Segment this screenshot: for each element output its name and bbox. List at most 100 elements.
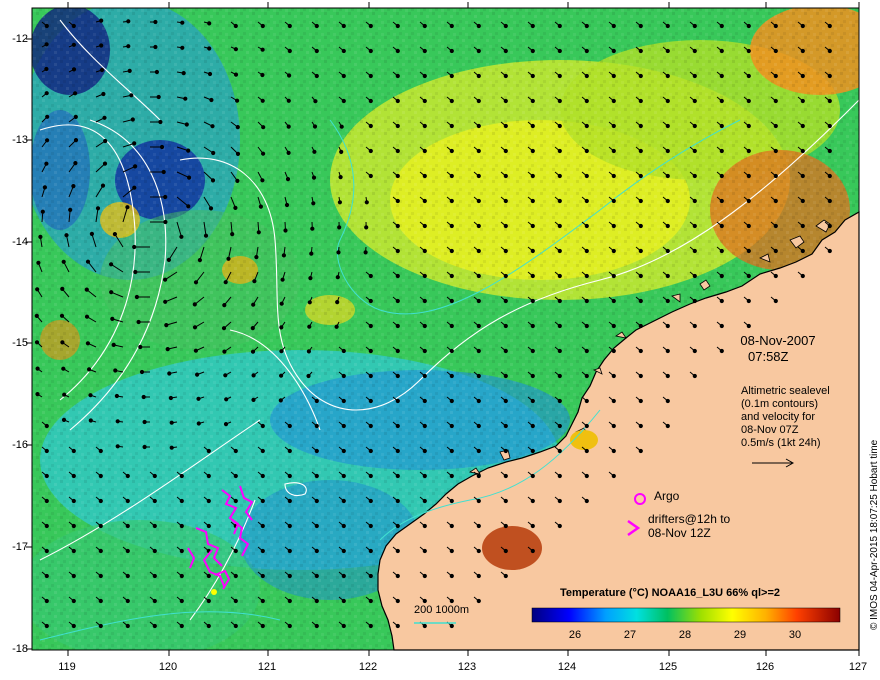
lat-tick-14: -14 — [12, 236, 28, 248]
velocity-arrow-head — [260, 498, 265, 504]
velocity-arrow-head — [368, 373, 373, 379]
velocity-arrow-head — [422, 48, 427, 54]
velocity-arrow-head — [584, 123, 589, 129]
velocity-arrow-head — [71, 473, 76, 479]
velocity-arrow-head — [133, 269, 138, 275]
velocity-arrow-head — [336, 250, 341, 255]
velocity-arrow-head — [665, 398, 670, 404]
velocity-arrow-head — [260, 473, 265, 479]
lon-tick-120: 120 — [158, 661, 178, 673]
velocity-arrow-head — [449, 298, 454, 304]
velocity-arrow-head — [476, 573, 481, 579]
velocity-arrow-head — [312, 149, 317, 154]
velocity-arrow-head — [557, 423, 562, 429]
velocity-arrow-head — [827, 173, 832, 179]
velocity-arrow-head — [73, 138, 79, 143]
velocity-arrow-head — [638, 448, 643, 454]
velocity-arrow-head — [665, 423, 670, 429]
velocity-arrow-head — [476, 373, 481, 379]
velocity-arrow-head — [665, 373, 670, 379]
velocity-arrow-head — [395, 298, 400, 304]
velocity-arrow-head — [719, 248, 724, 254]
velocity-arrow-head — [286, 124, 291, 129]
velocity-arrow-head — [611, 98, 616, 104]
velocity-arrow-head — [422, 148, 427, 154]
velocity-arrow-head — [638, 323, 643, 329]
argo-label: Argo — [654, 489, 680, 503]
velocity-arrow-head — [208, 206, 214, 211]
colorbar-title: Temperature (°C) NOAA16_L3U 66% ql>=2 — [560, 587, 780, 599]
velocity-arrow-head — [206, 573, 211, 579]
velocity-arrow-head — [341, 523, 346, 529]
velocity-arrow-head — [233, 473, 238, 479]
velocity-arrow-head — [611, 223, 616, 229]
velocity-arrow-head — [206, 623, 211, 629]
velocity-arrow-head — [800, 148, 805, 154]
velocity-arrow-head — [167, 371, 172, 376]
velocity-arrow-head — [584, 48, 589, 54]
velocity-arrow-head — [341, 448, 346, 454]
velocity-arrow-head — [338, 175, 343, 180]
velocity-arrow-head — [125, 623, 130, 629]
velocity-arrow-head — [476, 73, 481, 79]
velocity-arrow-head — [692, 323, 697, 329]
velocity-arrow-head — [139, 369, 145, 375]
velocity-arrow-head — [665, 223, 670, 229]
velocity-arrow-head — [719, 323, 724, 329]
velocity-arrow-head — [449, 23, 454, 29]
velocity-arrow-head — [368, 423, 373, 429]
velocity-arrow-head — [719, 48, 724, 54]
velocity-arrow-head — [503, 423, 508, 429]
velocity-arrow-head — [314, 623, 319, 629]
velocity-arrow-head — [530, 148, 535, 154]
velocity-arrow-head — [44, 548, 49, 554]
velocity-arrow-head — [341, 548, 346, 554]
velocity-arrow-head — [341, 498, 346, 504]
velocity-arrow-head — [287, 73, 292, 78]
velocity-arrow-head — [422, 248, 427, 254]
colorbar-tick-27: 27 — [623, 629, 637, 641]
velocity-arrow-head — [449, 148, 454, 154]
velocity-arrow-head — [125, 498, 130, 504]
velocity-arrow-head — [449, 598, 454, 604]
velocity-arrow-head — [584, 498, 589, 504]
velocity-arrow-head — [368, 523, 373, 529]
velocity-arrow-head — [99, 18, 104, 23]
velocity-arrow-head — [422, 573, 427, 579]
velocity-arrow-head — [260, 448, 265, 454]
velocity-arrow-head — [71, 548, 76, 554]
velocity-arrow-head — [638, 173, 643, 179]
velocity-arrow-head — [179, 523, 184, 529]
velocity-arrow-head — [665, 248, 670, 254]
velocity-arrow-head — [611, 23, 616, 29]
velocity-arrow-head — [314, 473, 319, 479]
velocity-arrow-head — [557, 248, 562, 254]
velocity-arrow-head — [308, 276, 313, 281]
velocity-arrow-head — [44, 448, 49, 454]
velocity-arrow-head — [692, 273, 697, 279]
velocity-arrow-head — [341, 423, 346, 429]
velocity-arrow-head — [665, 123, 670, 129]
velocity-arrow-head — [251, 373, 256, 378]
velocity-arrow-head — [611, 248, 616, 254]
velocity-arrow-head — [368, 173, 373, 179]
velocity-arrow-head — [638, 248, 643, 254]
velocity-arrow-head — [503, 98, 508, 104]
velocity-arrow-head — [530, 448, 535, 454]
velocity-arrow-head — [584, 23, 589, 29]
velocity-arrow-head — [187, 175, 192, 180]
velocity-arrow-head — [422, 473, 427, 479]
velocity-arrow-head — [125, 523, 130, 529]
velocity-arrow-head — [449, 548, 454, 554]
velocity-arrow-head — [260, 523, 265, 529]
velocity-arrow-head — [84, 287, 89, 292]
velocity-arrow-head — [42, 185, 48, 190]
bathymetry-scale-label: 200 1000m — [414, 604, 470, 616]
velocity-arrow-head — [134, 294, 139, 300]
velocity-arrow-head — [196, 421, 201, 426]
velocity-arrow-head — [252, 279, 257, 284]
velocity-arrow-head — [179, 234, 184, 239]
velocity-arrow-head — [161, 169, 166, 175]
velocity-arrow-head — [233, 205, 238, 210]
velocity-arrow-head — [530, 473, 535, 479]
